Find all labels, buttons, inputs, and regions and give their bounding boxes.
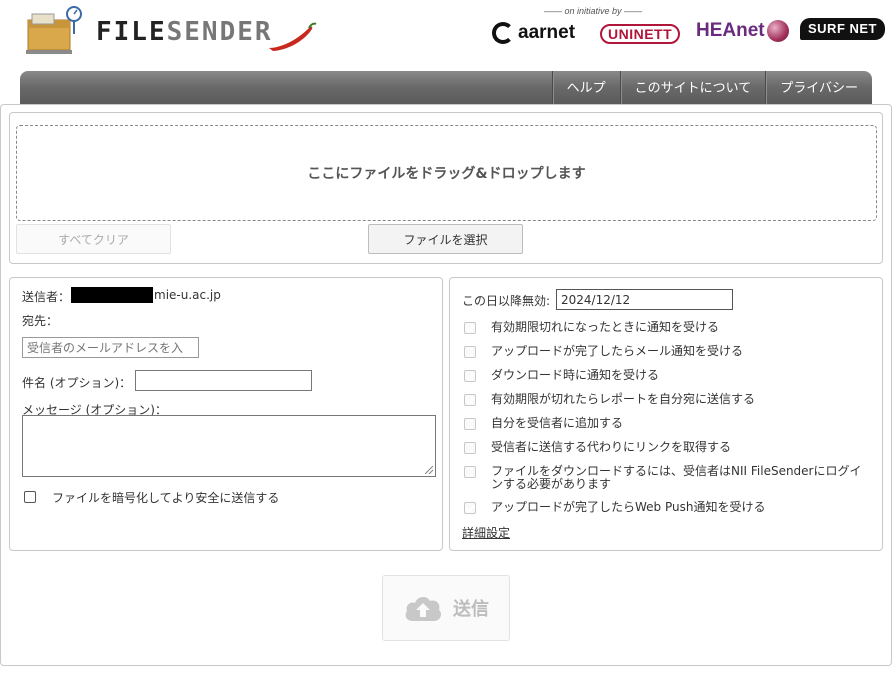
option-checkbox-6[interactable] bbox=[464, 466, 476, 478]
select-files-button[interactable]: ファイルを選択 bbox=[368, 224, 523, 254]
option-checkbox-1[interactable] bbox=[464, 346, 476, 358]
option-label-5: 受信者に送信する代わりにリンクを取得する bbox=[491, 440, 732, 454]
uninett-logo[interactable]: UNINETT bbox=[600, 24, 681, 44]
nav-bar: ヘルプ このサイトについて プライバシー bbox=[20, 71, 872, 105]
clear-all-button[interactable]: すべてクリア bbox=[16, 224, 171, 254]
logo-wordmark: FILESENDER bbox=[96, 17, 273, 47]
file-dropzone[interactable]: ここにファイルをドラッグ&ドロップします bbox=[16, 125, 877, 221]
subject-label: 件名 (オプション)： bbox=[22, 376, 132, 390]
filesender-logo[interactable]: FILESENDER bbox=[24, 4, 317, 56]
option-checkbox-3[interactable] bbox=[464, 394, 476, 406]
option-checkbox-0[interactable] bbox=[464, 322, 476, 334]
expiry-date-input[interactable] bbox=[556, 289, 733, 310]
send-button[interactable]: 送信 bbox=[382, 575, 510, 641]
send-label: 送信 bbox=[453, 599, 489, 620]
option-checkbox-7[interactable] bbox=[464, 502, 476, 514]
option-label-4: 自分を受信者に追加する bbox=[491, 416, 624, 430]
subject-input[interactable] bbox=[135, 370, 312, 391]
option-label-0: 有効期限切れになったときに通知を受ける bbox=[491, 320, 720, 334]
redacted-sender bbox=[71, 287, 153, 303]
to-label: 宛先： bbox=[22, 314, 59, 328]
option-checkbox-4[interactable] bbox=[464, 418, 476, 430]
nav-help[interactable]: ヘルプ bbox=[551, 71, 620, 105]
option-label-7: アップロードが完了したらWeb Push通知を受ける bbox=[491, 500, 766, 514]
encrypt-label: ファイルを暗号化してより安全に送信する bbox=[52, 491, 280, 505]
chili-pepper-icon bbox=[268, 22, 316, 51]
aarnet-mark-icon bbox=[492, 22, 514, 44]
option-checkbox-5[interactable] bbox=[464, 442, 476, 454]
partner-logos: aarnet UNINETT HEAnet SURF NET bbox=[492, 18, 887, 52]
option-label-2: ダウンロード時に通知を受ける bbox=[491, 368, 660, 382]
nav-privacy[interactable]: プライバシー bbox=[765, 71, 872, 105]
message-textarea[interactable] bbox=[22, 415, 436, 477]
heanet-logo[interactable]: HEAnet bbox=[696, 20, 789, 42]
initiative-label: —— on initiative by —— bbox=[544, 6, 643, 16]
expiry-label: この日以降無効: bbox=[462, 294, 551, 308]
option-label-1: アップロードが完了したらメール通知を受ける bbox=[491, 344, 744, 358]
nav-about[interactable]: このサイトについて bbox=[619, 71, 766, 105]
recipient-email-input[interactable] bbox=[22, 337, 199, 358]
aarnet-logo[interactable]: aarnet bbox=[492, 22, 575, 44]
from-value: mie-u.ac.jp bbox=[154, 288, 221, 302]
surfnet-logo[interactable]: SURF NET bbox=[800, 18, 885, 40]
advanced-settings-link[interactable]: 詳細設定 bbox=[462, 524, 510, 541]
header: FILESENDER —— on initiative by —— aarnet… bbox=[0, 0, 896, 70]
heanet-globe-icon bbox=[766, 20, 789, 42]
encrypt-checkbox[interactable] bbox=[24, 491, 36, 503]
option-label-3: 有効期限が切れたらレポートを自分宛に送信する bbox=[491, 392, 756, 406]
cloud-upload-icon bbox=[405, 597, 442, 621]
option-checkbox-2[interactable] bbox=[464, 370, 476, 382]
package-scale-icon bbox=[24, 4, 82, 56]
from-label: 送信者： bbox=[22, 290, 71, 304]
option-label-6: ファイルをダウンロードするには、受信者はNII FileSenderにログインす… bbox=[491, 464, 862, 491]
resize-handle-icon[interactable] bbox=[425, 466, 433, 474]
